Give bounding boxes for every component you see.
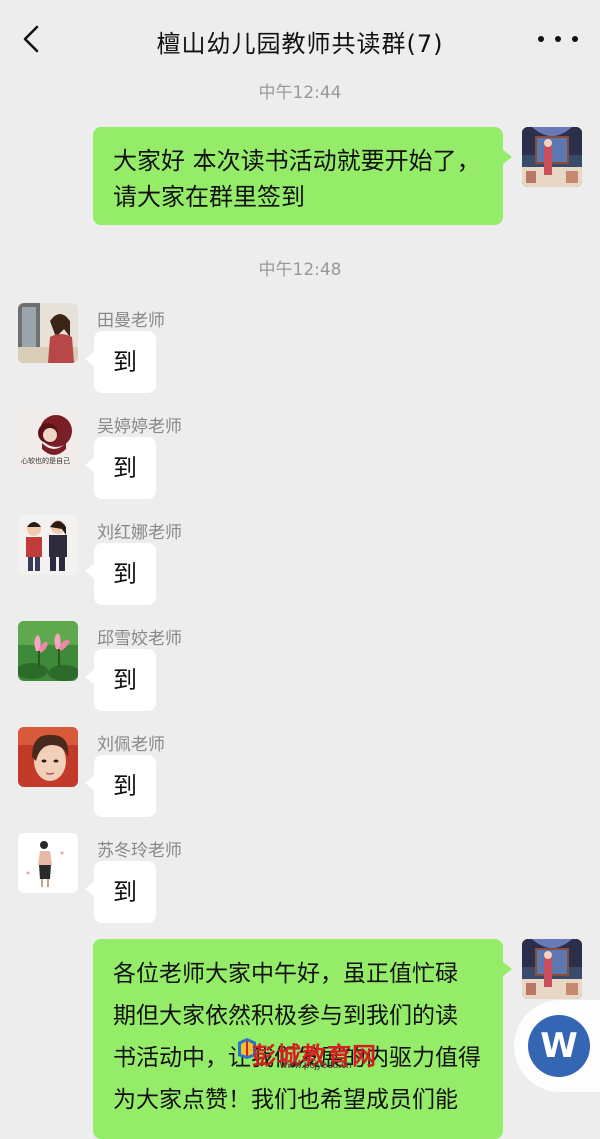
sender-name: 刘佩老师 (97, 735, 165, 755)
message-text: 各位老师大家中午好，虽正值忙碌 (113, 961, 458, 987)
watermark-url: www.pcjyedu.cn (280, 1060, 352, 1071)
member-avatar[interactable] (18, 515, 78, 575)
avatar-image (18, 621, 78, 681)
my-message-bubble[interactable]: 大家好 本次读书活动就要开始了， 请大家在群里签到 (93, 127, 512, 225)
avatar-image (18, 515, 78, 575)
my-avatar[interactable] (522, 127, 582, 187)
member-avatar[interactable]: 心软也的是自己 (18, 409, 78, 469)
member-message-bubble[interactable]: 到 (85, 331, 156, 393)
floating-w-button[interactable]: W (528, 1015, 590, 1077)
member-message-bubble[interactable]: 到 (85, 437, 156, 499)
member-avatar[interactable] (18, 621, 78, 681)
member-avatar[interactable] (18, 727, 78, 787)
member-message-bubble[interactable]: 到 (85, 649, 156, 711)
sender-name: 刘红娜老师 (97, 523, 182, 543)
message-text: 到 (113, 454, 137, 482)
timestamp: 中午12:44 (258, 83, 342, 103)
my-avatar[interactable] (522, 939, 582, 999)
message-text: 期但大家依然积极参与到我们的读 (113, 1003, 458, 1029)
more-dot-icon (555, 36, 561, 42)
more-button[interactable] (538, 24, 578, 54)
avatar-image: 心软也的是自己 (18, 409, 78, 469)
member-avatar[interactable] (18, 833, 78, 893)
message-text: 请大家在群里签到 (113, 183, 305, 211)
member-message-bubble[interactable]: 到 (85, 861, 156, 923)
avatar-caption: 心软也的是自己 (21, 456, 70, 465)
member-message-bubble[interactable]: 到 (85, 543, 156, 605)
fab-label: W (540, 1026, 578, 1066)
sender-name: 田曼老师 (97, 311, 165, 331)
sender-name: 吴婷婷老师 (97, 417, 182, 437)
message-text: 到 (113, 560, 137, 588)
timestamp: 中午12:48 (258, 260, 342, 280)
avatar-image (18, 833, 78, 893)
avatar-image (18, 727, 78, 787)
more-dot-icon (572, 36, 578, 42)
floating-panel: W (514, 1000, 600, 1092)
chat-title: 檀山幼儿园教师共读群(7) (156, 30, 444, 58)
member-message-bubble[interactable]: 到 (85, 755, 156, 817)
more-dot-icon (538, 36, 544, 42)
chat-header: 檀山幼儿园教师共读群(7) (0, 0, 600, 78)
message-text: 到 (113, 666, 137, 694)
sender-name: 苏冬玲老师 (97, 841, 182, 861)
message-text: 到 (113, 878, 137, 906)
sender-name: 邱雪姣老师 (97, 629, 182, 649)
member-avatar[interactable] (18, 303, 78, 363)
message-text: 到 (113, 348, 137, 376)
message-text: 为大家点赞！我们也希望成员们能 (113, 1087, 458, 1113)
message-text: 到 (113, 772, 137, 800)
avatar-image (18, 303, 78, 363)
avatar-image (522, 127, 582, 187)
message-text: 大家好 本次读书活动就要开始了， (113, 147, 481, 175)
avatar-image (522, 939, 582, 999)
